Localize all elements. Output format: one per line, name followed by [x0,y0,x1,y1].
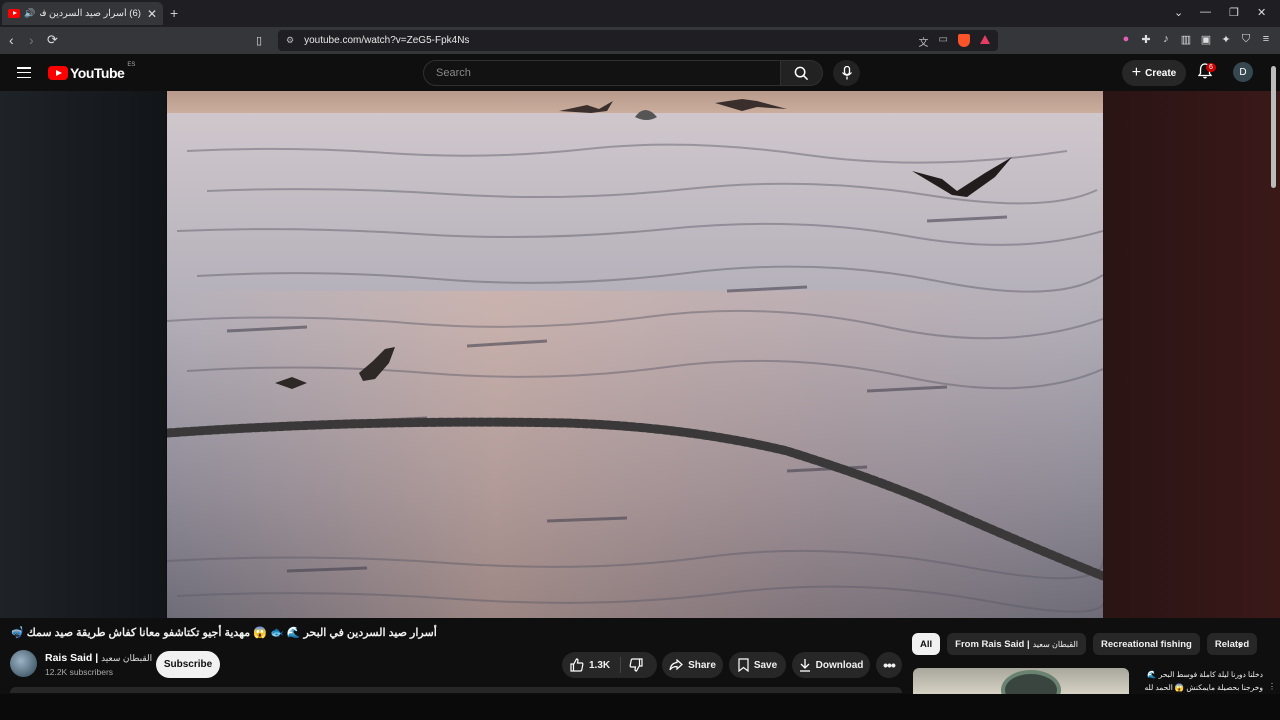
like-count: 1.3K [589,659,611,671]
taskbar-area [0,694,1280,720]
plus-icon: + [1131,64,1142,81]
url-text[interactable]: youtube.com/watch?v=ZeG5-Fpk4Ns [304,35,469,46]
search-input[interactable] [423,60,781,86]
url-bar[interactable]: ⚙ youtube.com/watch?v=ZeG5-Fpk4Ns 文 ▭ [278,30,998,51]
recommendation-title-line2: وخرجنا بحصيلة مايمكنش 😱 الحمد لله [1144,683,1263,692]
chip-from-channel-arabic: القبطان سعيد [1032,639,1079,649]
youtube-play-icon [48,66,68,80]
search-bar [423,60,823,86]
voice-search-button[interactable] [833,60,860,86]
media-icon[interactable]: ♪ [1160,33,1172,46]
download-button[interactable]: Download [792,652,870,678]
bookmark-icon[interactable]: ▯ [256,34,262,47]
logo-text: YouTube [70,65,125,81]
guide-menu-icon[interactable] [17,67,31,78]
more-vertical-icon[interactable]: ⋮ [1268,682,1276,691]
channel-name[interactable]: Rais Said | القبطان سعيد [45,652,152,664]
extension-icons: ● ✚ ♪ ▥ ▣ ✦ ⛉ ≡ [1120,33,1272,46]
url-bar-icons: 文 ▭ [919,34,990,49]
tab-search-icon[interactable]: ⌄ [1174,6,1183,19]
video-player[interactable] [167,91,1103,618]
extension-leo-icon[interactable]: ● [1120,33,1132,46]
ai-icon[interactable]: ✦ [1220,33,1232,46]
recommendation-thumbnail[interactable] [913,668,1129,694]
chevron-right-icon[interactable]: › [1238,637,1242,652]
tab-close-icon[interactable]: ✕ [147,7,157,21]
restore-icon[interactable]: ❐ [1229,6,1239,19]
subscriber-count: 12.2K subscribers [45,667,114,677]
recommendation-filter-chips: All From Rais Said | القبطان سعيد Recrea… [912,633,1258,655]
vpn-shield-icon[interactable]: ⛉ [1240,33,1252,46]
download-label: Download [815,659,864,671]
save-label: Save [753,659,778,671]
search-icon [794,66,809,80]
video-title: أسرار صيد السردين في البحر 🌊 🐟 😱 مهدية أ… [10,627,437,639]
close-window-icon[interactable]: ✕ [1257,6,1266,19]
new-tab-icon[interactable]: + [170,5,178,21]
chip-all[interactable]: All [912,633,941,655]
youtube-favicon-icon [8,9,20,18]
recommendation-title[interactable]: دخلنا دورنا ليلة كاملة فوسط البحر 🌊 وخرج… [1135,668,1263,694]
video-frame [167,91,1103,618]
back-icon[interactable]: ‹ [9,32,14,48]
chip-from-channel[interactable]: From Rais Said | القبطان سعيد [947,633,1087,655]
channel-avatar[interactable] [10,650,37,677]
create-button[interactable]: + Create [1122,60,1186,86]
youtube-logo[interactable]: YouTube ES [48,62,136,81]
chip-from-channel-label: From Rais Said | [955,638,1030,650]
dislike-button[interactable] [621,658,648,672]
brave-rewards-icon[interactable] [980,35,990,44]
like-dislike-group: 1.3K [562,652,657,678]
channel-name-arabic: القبطان سعيد [101,653,153,663]
download-icon [799,659,810,672]
description-box[interactable] [10,687,902,693]
reload-icon[interactable]: ⟳ [47,32,58,48]
more-horizontal-icon: ••• [883,657,896,673]
browser-tab[interactable]: 🔊 (6) أسرار صيد السردين في البحر ✕ [2,2,163,25]
share-button[interactable]: Share [662,652,723,678]
chip-recreational-fishing[interactable]: Recreational fishing [1093,633,1200,655]
translate-icon[interactable]: 文 [919,34,929,49]
minimize-icon[interactable]: — [1200,6,1211,18]
chip-related[interactable]: Related [1206,633,1258,655]
thumbs-up-icon [570,658,584,672]
extensions-puzzle-icon[interactable]: ✚ [1140,33,1152,46]
site-info-icon[interactable]: ⚙ [286,35,294,46]
subscribe-button[interactable]: Subscribe [156,651,220,678]
cast-icon[interactable]: ▭ [939,34,948,49]
audio-playing-icon[interactable]: 🔊 [24,8,35,19]
brave-shields-icon[interactable] [958,34,970,47]
menu-icon[interactable]: ≡ [1260,33,1272,46]
bookmark-save-icon [738,658,749,672]
thumbnail-person [1001,670,1061,694]
like-button[interactable]: 1.3K [562,657,622,673]
region-code: ES [127,62,136,68]
notification-count-badge: 6 [1206,63,1216,72]
recommendation-title-line1: دخلنا دورنا ليلة كاملة فوسط البحر 🌊 [1147,670,1263,679]
youtube-header: YouTube ES + Create [0,54,1280,91]
thumbs-down-icon [629,658,643,672]
browser-toolbar: ‹ › ⟳ ▯ ⚙ youtube.com/watch?v=ZeG5-Fpk4N… [0,27,1280,54]
tab-title: (6) أسرار صيد السردين في البحر [40,8,141,19]
share-label: Share [688,659,716,671]
sidebar-icon[interactable]: ▥ [1180,33,1192,46]
forward-icon[interactable]: › [29,32,34,48]
share-icon [669,659,683,671]
browser-tab-bar: 🔊 (6) أسرار صيد السردين في البحر ✕ + ⌄ —… [0,0,1280,27]
search-button[interactable] [781,60,823,86]
microphone-icon [841,66,852,80]
wallet-icon[interactable]: ▣ [1200,33,1212,46]
save-button[interactable]: Save [729,652,786,678]
account-avatar[interactable]: D [1233,62,1253,82]
page-scrollbar-thumb[interactable] [1271,66,1276,188]
channel-name-latin: Rais Said | [45,652,99,664]
create-label: Create [1145,67,1177,79]
more-actions-button[interactable]: ••• [876,652,902,678]
